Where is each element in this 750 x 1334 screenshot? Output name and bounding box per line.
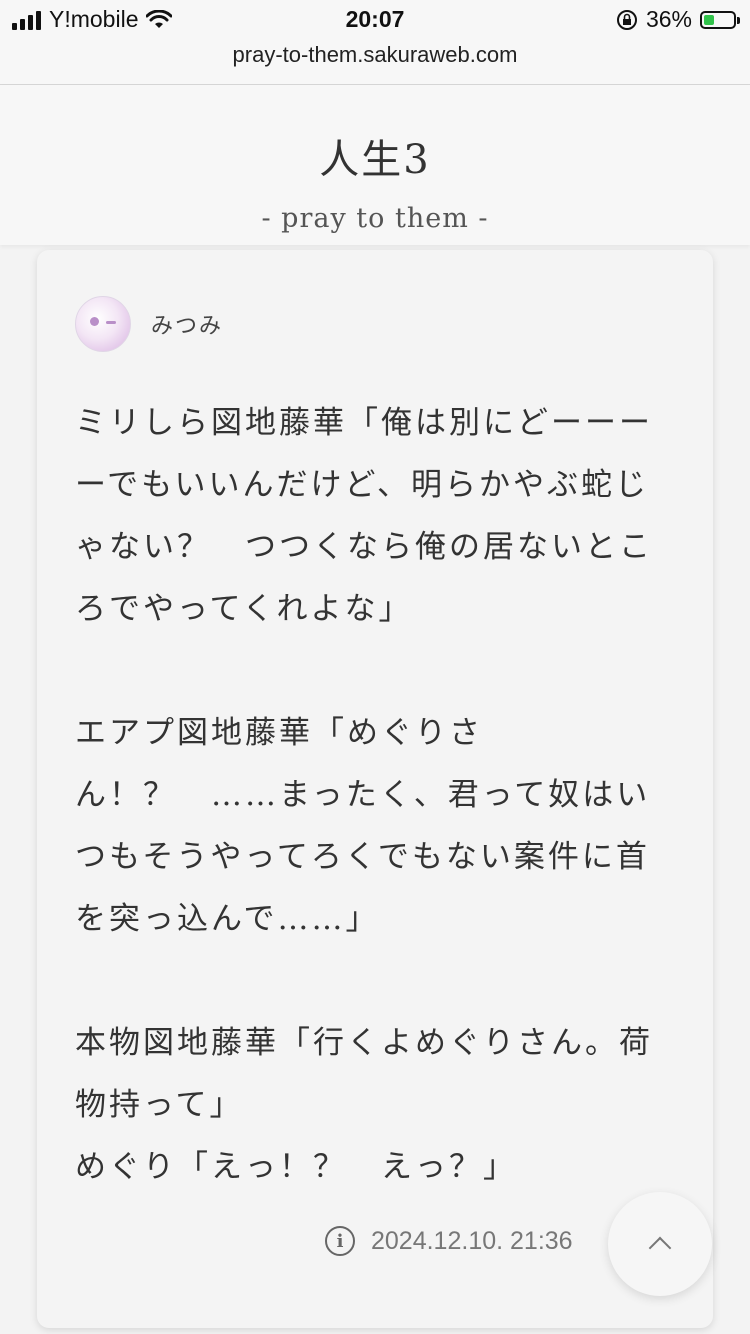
avatar-icon[interactable] (75, 296, 131, 352)
address-bar[interactable]: pray-to-them.sakuraweb.com (0, 40, 750, 85)
post-card: みつみ ミリしら図地藤華「俺は別にどーーーーでもいいんだけど、明らかやぶ蛇じゃな… (37, 250, 713, 1328)
status-bar: Y!mobile 20:07 36% (0, 0, 750, 40)
status-right: 36% (616, 6, 740, 33)
post-author[interactable]: みつみ (75, 296, 223, 352)
post-body: ミリしら図地藤華「俺は別にどーーーーでもいいんだけど、明らかやぶ蛇じゃない？ つ… (75, 405, 653, 1185)
rotation-lock-icon (616, 9, 637, 30)
url-text[interactable]: pray-to-them.sakuraweb.com (233, 42, 518, 67)
battery-percent: 36% (645, 6, 692, 32)
chevron-up-icon (648, 1236, 672, 1260)
site-header: 人生3 - pray to them - (0, 85, 750, 245)
site-title[interactable]: 人生3 (0, 127, 750, 185)
site-subtitle: - pray to them - (261, 203, 489, 234)
post-meta: i 2024.12.10. 21:36 (325, 1226, 573, 1256)
post-date: 2024.12.10. 21:36 (371, 1226, 573, 1255)
author-name[interactable]: みつみ (151, 308, 223, 340)
battery-fill (704, 14, 715, 25)
info-icon: i (325, 1226, 355, 1256)
battery-icon (700, 10, 740, 29)
scroll-to-top-button[interactable] (608, 1192, 712, 1296)
